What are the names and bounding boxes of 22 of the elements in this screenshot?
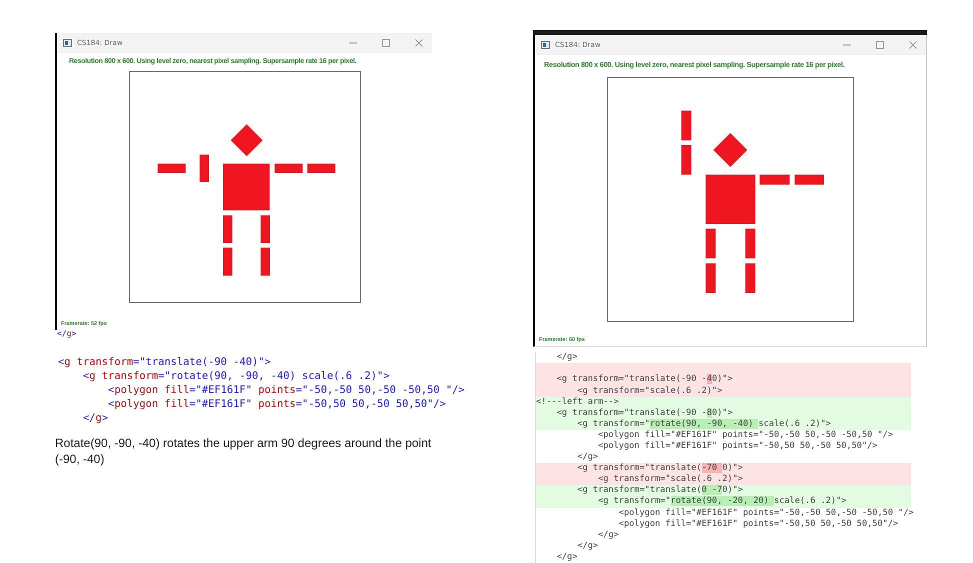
code-line: <g transform="rotate(90, -90, -40) scale(.6 .2)"> <box>82 369 390 383</box>
code-line: <polygon fill="#EF161F" points="-50,50 50,-50 50,50"/> <box>618 518 900 530</box>
code-line: </g> <box>576 452 600 463</box>
code-line: </g> <box>82 411 108 425</box>
close-icon[interactable] <box>908 40 918 50</box>
app-icon <box>63 39 72 47</box>
app-icon <box>541 40 550 49</box>
code-line: </g> <box>556 352 578 364</box>
code-line: <polygon fill="#EF161F" points="-50,-50 50,-50 -50,50 "/> <box>618 508 914 519</box>
close-icon[interactable] <box>414 38 424 48</box>
code-line: <polygon fill="#EF161F" points="-50,50 50,-50 50,50"/> <box>107 397 446 411</box>
code-line: </g> <box>577 540 600 552</box>
maximize-icon[interactable] <box>381 38 391 48</box>
code-line: </g> <box>598 530 620 541</box>
code-line: <g transform="translate(-90 -40)"> <box>58 355 271 369</box>
code-line: <polygon fill="#EF161F" points="-50,-50 50,-50 -50,50 "/> <box>107 383 465 397</box>
code-line: </g> <box>556 552 578 563</box>
maximize-icon[interactable] <box>875 40 885 50</box>
code-line: <polygon fill="#EF161F" points="-50,50 50,-50 50,50"/> <box>598 440 878 452</box>
caption-text: Rotate(90, -90, -40) rotates the upper arm 90 degrees around the point (-90, -40) <box>55 435 432 467</box>
code-line: </g> <box>57 330 76 338</box>
code-line: <polygon fill="#EF161F" points="-50,-50 50,-50 -50,50 "/> <box>597 430 894 441</box>
